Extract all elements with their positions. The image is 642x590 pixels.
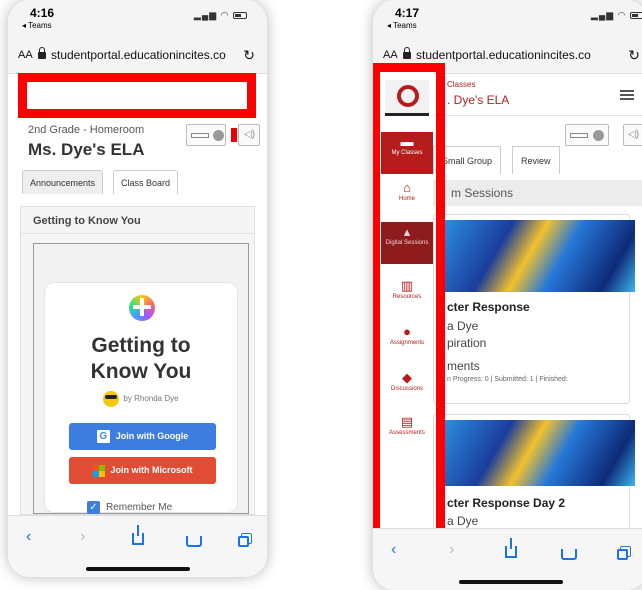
home-indicator xyxy=(458,580,563,584)
join-with-google-button[interactable]: G Join with Google xyxy=(69,423,216,450)
tabs-icon[interactable] xyxy=(617,547,628,565)
text-size-icon[interactable] xyxy=(570,133,588,138)
session-thumbnail xyxy=(445,420,635,486)
session-title[interactable]: cter Response xyxy=(447,300,530,314)
join-card: Getting to Know You by Rhonda Dye G Join … xyxy=(44,282,238,514)
app-logo-icon xyxy=(129,295,155,321)
session-stats: n Progress: 0 | Submitted: 1 | Finished: xyxy=(447,376,568,383)
back-to-teams-link[interactable]: ◂ Teams xyxy=(387,21,417,30)
share-icon[interactable] xyxy=(132,525,144,550)
checkmark-icon: ✓ xyxy=(87,501,100,514)
class-board-panel: Getting to Know You Getting to Know You … xyxy=(20,206,255,515)
safari-toolbar: ‹ › xyxy=(373,528,642,590)
status-bar: 4:16 ◂ Teams ▂▄▆ ◠ xyxy=(8,0,267,38)
toolbar-box[interactable] xyxy=(565,124,609,146)
red-highlight-box xyxy=(18,73,256,118)
clock: 4:16 xyxy=(30,6,55,20)
lock-icon xyxy=(38,47,46,59)
red-highlight-box xyxy=(373,63,445,541)
home-indicator xyxy=(85,567,190,571)
microsoft-icon xyxy=(92,464,105,477)
divider xyxy=(21,233,254,234)
speaker-red-indicator xyxy=(231,128,237,142)
signal-wifi-battery-icon: ▂▄▆ ◠ xyxy=(591,10,642,21)
session-title[interactable]: cter Response Day 2 xyxy=(447,496,565,510)
address-bar[interactable]: AA studentportal.educationincites.co ↻ xyxy=(8,38,267,74)
sunglasses-emoji-icon xyxy=(103,391,120,407)
url-text[interactable]: studentportal.educationincites.co xyxy=(416,48,591,62)
share-icon[interactable] xyxy=(505,538,517,563)
back-arrow-icon[interactable]: ‹ xyxy=(391,541,396,559)
bookmarks-icon[interactable] xyxy=(186,534,202,552)
speaker-icon[interactable]: ◁) xyxy=(238,124,260,146)
card-title: Getting to Know You xyxy=(90,334,192,383)
reload-icon[interactable]: ↻ xyxy=(628,47,640,64)
join-with-microsoft-button[interactable]: Join with Microsoft xyxy=(69,457,216,484)
session-teacher: a Dye xyxy=(447,319,479,333)
breadcrumb[interactable]: Classes xyxy=(447,80,475,89)
lock-icon xyxy=(403,47,411,59)
forward-arrow-icon[interactable]: › xyxy=(80,528,85,546)
url-text[interactable]: studentportal.educationincites.co xyxy=(51,48,226,62)
session-thumbnail xyxy=(445,220,635,292)
status-bar: 4:17 ◂ Teams ▂▄▆ ◠ xyxy=(373,0,642,38)
tabs-icon[interactable] xyxy=(238,534,249,552)
gear-icon[interactable] xyxy=(213,130,224,141)
back-arrow-icon[interactable]: ‹ xyxy=(26,528,31,546)
back-to-teams-link[interactable]: ◂ Teams xyxy=(22,21,52,30)
hamburger-menu-icon[interactable] xyxy=(620,90,634,100)
author-line: by Rhonda Dye xyxy=(45,391,237,407)
section-header: m Sessions xyxy=(433,180,642,206)
bookmarks-icon[interactable] xyxy=(561,547,577,565)
reader-settings-button[interactable]: AA xyxy=(383,49,398,61)
speaker-icon[interactable]: ◁) xyxy=(623,124,642,146)
page-content: 2nd Grade - Homeroom Ms. Dye's ELA ◁) An… xyxy=(8,74,267,515)
course-title: Ms. Dye's ELA xyxy=(28,140,145,159)
reader-settings-button[interactable]: AA xyxy=(18,49,33,61)
clock: 4:17 xyxy=(395,6,420,20)
signal-wifi-battery-icon: ▂▄▆ ◠ xyxy=(194,10,247,21)
left-phone-screen: 4:16 ◂ Teams ▂▄▆ ◠ AA studentportal.educ… xyxy=(8,0,267,577)
tab-review[interactable]: Review xyxy=(512,146,560,174)
remember-me-checkbox[interactable]: ✓ Remember Me xyxy=(87,501,172,514)
tab-class-board[interactable]: Class Board xyxy=(113,170,179,194)
panel-title: Getting to Know You xyxy=(33,215,141,227)
session-label: ments xyxy=(447,359,480,373)
embedded-frame: Getting to Know You by Rhonda Dye G Join … xyxy=(33,243,249,514)
google-icon: G xyxy=(96,430,110,444)
course-title: . Dye's ELA xyxy=(447,93,510,107)
gear-icon[interactable] xyxy=(593,130,604,141)
forward-arrow-icon[interactable]: › xyxy=(449,541,454,559)
safari-toolbar: ‹ › xyxy=(8,515,267,577)
tab-announcements[interactable]: Announcements xyxy=(22,170,104,194)
toolbar-box[interactable] xyxy=(186,124,226,146)
session-teacher: a Dye xyxy=(447,514,479,528)
course-subtitle: 2nd Grade - Homeroom xyxy=(28,124,145,136)
session-subtitle: piration xyxy=(447,336,487,350)
right-phone-screen: 4:17 ◂ Teams ▂▄▆ ◠ AA studentportal.educ… xyxy=(373,0,642,590)
text-size-icon[interactable] xyxy=(191,133,209,138)
reload-icon[interactable]: ↻ xyxy=(243,47,255,64)
